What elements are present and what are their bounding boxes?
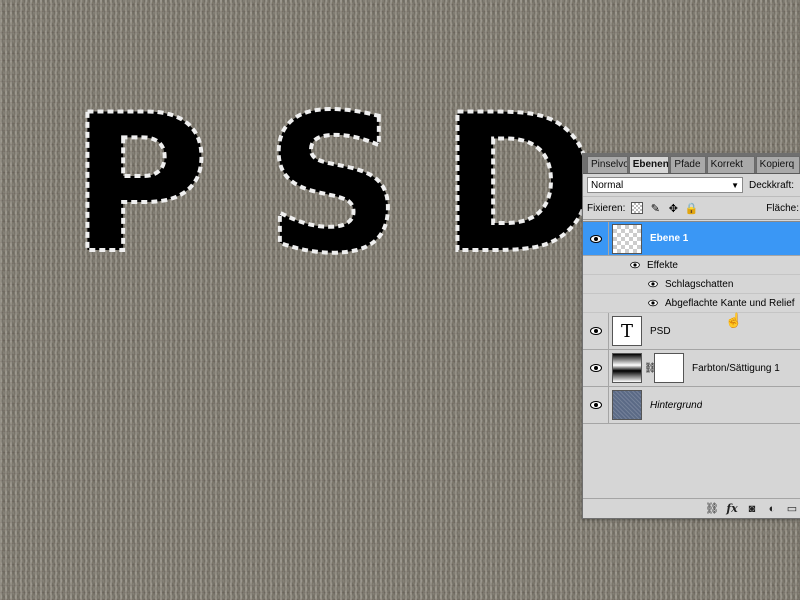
chevron-down-icon: ▼ <box>731 180 739 190</box>
layer-thumbnail <box>612 223 642 254</box>
link-layers-icon[interactable]: ⛓ <box>705 502 719 515</box>
layer-ebene-1[interactable]: Ebene 1 <box>583 222 800 256</box>
eye-icon <box>589 327 602 335</box>
tab-korrekturen[interactable]: Korrekt <box>706 156 755 173</box>
visibility-toggle[interactable] <box>583 313 609 349</box>
blend-mode-select[interactable]: Normal ▼ <box>587 177 743 193</box>
tab-pfade[interactable]: Pfade <box>670 156 706 173</box>
background-thumbnail <box>612 390 642 420</box>
blend-row: Normal ▼ Deckkraft: <box>583 174 800 196</box>
visibility-toggle[interactable] <box>583 350 609 386</box>
artwork-letter-p: P <box>70 74 209 295</box>
layer-mask-icon[interactable]: ◙ <box>745 503 759 515</box>
link-icon: ⛓ <box>644 362 657 374</box>
eye-icon <box>589 401 602 409</box>
effect-bevel-emboss[interactable]: Abgeflachte Kante und Relief <box>583 294 800 313</box>
mask-thumbnail <box>654 353 684 383</box>
tab-ebenen[interactable]: Ebenen <box>628 156 670 173</box>
text-layer-thumbnail: T <box>612 316 642 346</box>
eye-icon[interactable] <box>648 299 658 307</box>
lock-position-icon[interactable]: ✥ <box>667 202 679 215</box>
eye-icon <box>589 234 602 243</box>
visibility-toggle[interactable] <box>583 222 609 255</box>
eye-icon <box>589 364 602 372</box>
effects-label: Effekte <box>647 259 678 271</box>
lock-all-icon[interactable]: 🔒 <box>685 202 699 215</box>
fill-label: Fläche: <box>766 202 799 214</box>
tab-kopierquelle[interactable]: Kopierq <box>755 156 800 173</box>
lock-pixels-icon[interactable]: ✎ <box>649 202 661 215</box>
effect-label: Schlagschatten <box>665 278 734 290</box>
effects-group[interactable]: Effekte <box>583 256 800 275</box>
eye-icon[interactable] <box>630 261 640 269</box>
layer-list: Ebene 1 Effekte Schlagschatten Abgeflach… <box>583 221 800 492</box>
lock-row: Fixieren: ✎ ✥ 🔒 Fläche: <box>583 196 800 220</box>
layer-hue-saturation[interactable]: ⛓ Farbton/Sättigung 1 <box>583 350 800 387</box>
layer-name: Ebene 1 <box>650 233 689 244</box>
adjustment-thumbnail <box>612 353 642 383</box>
hand-cursor-icon: ☝ <box>725 312 743 328</box>
panel-footer: ⛓ fx ◙ ◐ ▭ <box>583 498 800 518</box>
tab-pinselvorgaben[interactable]: Pinselvo <box>587 156 628 173</box>
panel-tab-bar: Pinselvo Ebenen Pfade Korrekt Kopierq <box>583 154 800 174</box>
layer-name: PSD <box>650 325 671 337</box>
lock-transparency-icon[interactable] <box>631 202 644 214</box>
layer-name: Farbton/Sättigung 1 <box>692 362 780 374</box>
lock-label: Fixieren: <box>587 202 626 214</box>
effect-drop-shadow[interactable]: Schlagschatten <box>583 275 800 294</box>
adjustment-layer-icon[interactable]: ◐ <box>765 503 779 515</box>
effect-label: Abgeflachte Kante und Relief <box>665 297 795 309</box>
blend-mode-value: Normal <box>591 179 624 191</box>
visibility-toggle[interactable] <box>583 387 609 423</box>
layers-panel: Pinselvo Ebenen Pfade Korrekt Kopierq No… <box>582 153 800 519</box>
eye-icon[interactable] <box>648 280 658 288</box>
layer-background[interactable]: Hintergrund <box>583 387 800 424</box>
layer-psd-text[interactable]: T PSD <box>583 313 800 350</box>
artwork-letter-s: S <box>265 74 402 295</box>
opacity-label: Deckkraft: <box>749 179 795 191</box>
artwork-letter-d: D <box>440 74 598 295</box>
fx-icon[interactable]: fx <box>725 502 739 515</box>
layer-name: Hintergrund <box>650 399 703 411</box>
new-group-icon[interactable]: ▭ <box>785 502 799 515</box>
